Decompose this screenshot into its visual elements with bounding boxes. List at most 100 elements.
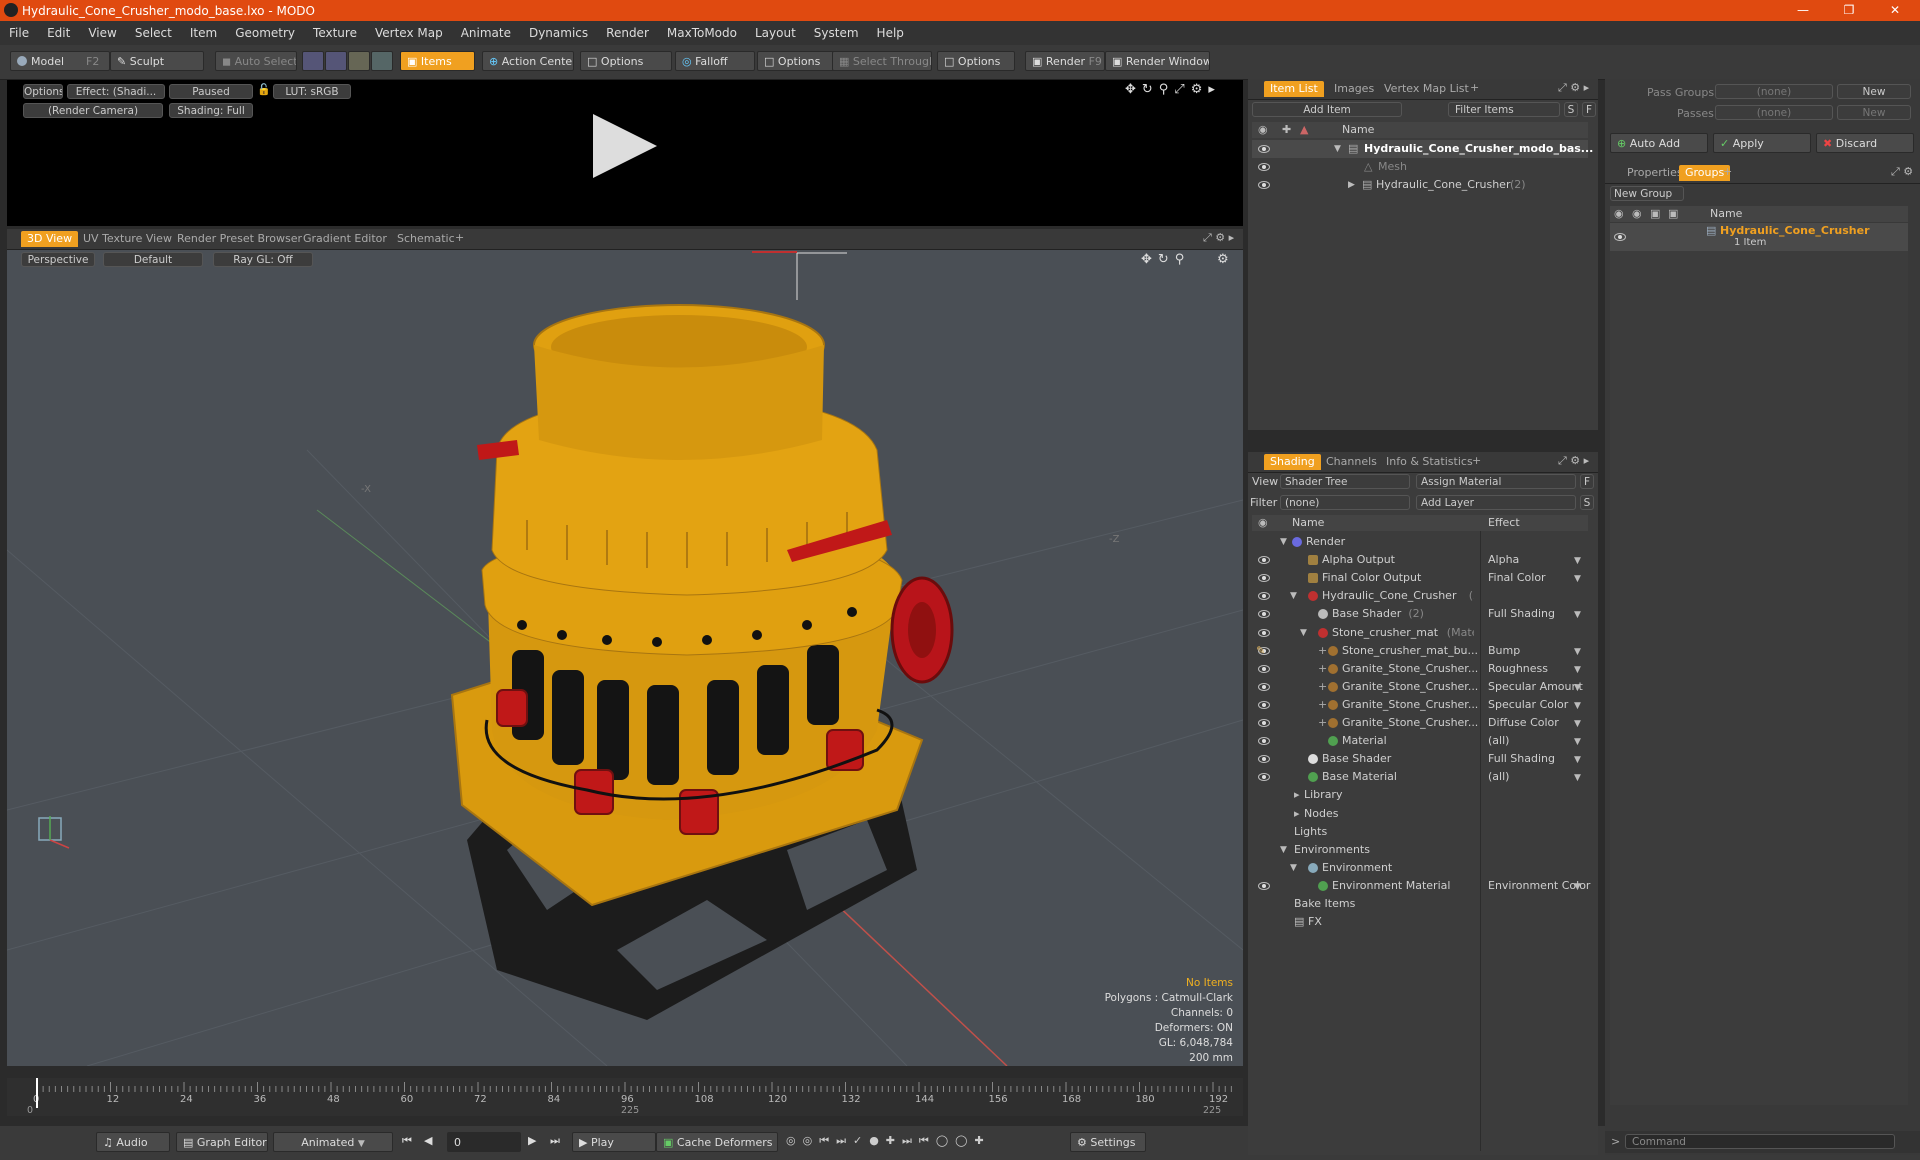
chevron-down-icon[interactable]: ▼ — [1574, 751, 1581, 769]
falloff-button[interactable]: ◎ Falloff — [675, 51, 755, 71]
shader-row-nodes[interactable]: ▸ Nodes — [1252, 805, 1588, 823]
visibility-eye-icon[interactable] — [1258, 719, 1270, 727]
play-button[interactable]: ▶ Play — [572, 1132, 656, 1152]
3d-viewport[interactable]: -X -Z Perspective Default Ray GL: Off ✥↻… — [7, 250, 1243, 1066]
raygl-dropdown[interactable]: Ray GL: Off — [213, 252, 313, 267]
menu-item-geometry[interactable]: Geometry — [226, 26, 304, 40]
action-center-button[interactable]: ⊕ Action Center — [482, 51, 574, 71]
tab-shading[interactable]: Shading — [1264, 454, 1321, 470]
tab-gradient-editor[interactable]: Gradient Editor — [297, 231, 393, 247]
perspective-dropdown[interactable]: Perspective — [21, 252, 95, 267]
layer-effect[interactable]: Final Color — [1488, 569, 1546, 587]
viewport-nav-icons[interactable]: ✥↻⚲ — [1141, 252, 1190, 267]
audio-button[interactable]: ♫ Audio — [96, 1132, 170, 1152]
panel-options-icon[interactable]: ⤢ ⚙ ▸ — [1558, 454, 1589, 468]
render-button[interactable]: ▣ Render F9 — [1025, 51, 1105, 71]
chevron-down-icon[interactable]: ▼ — [1574, 679, 1581, 697]
polygon-mode-button[interactable] — [348, 51, 370, 71]
discard-button[interactable]: ✖ Discard — [1816, 133, 1914, 153]
default-dropdown[interactable]: Default — [103, 252, 203, 267]
layer-effect[interactable]: Bump — [1488, 642, 1520, 660]
shader-row-stone-crusher-mat-bu[interactable]: ✎ + Stone_crusher_mat_bu... Bump ▼ — [1252, 642, 1588, 660]
tab-info-statistics[interactable]: Info & Statistics — [1380, 454, 1479, 470]
preview-effect-dropdown[interactable]: Effect: (Shadi... — [67, 84, 165, 99]
visibility-eye-icon[interactable] — [1258, 163, 1270, 171]
add-tab-icon[interactable]: + — [1723, 165, 1732, 178]
f-button[interactable]: F — [1582, 102, 1596, 117]
add-tab-icon[interactable]: + — [1472, 454, 1481, 467]
shader-row-hydraulic-cone-crusher[interactable]: ▼ Hydraulic_Cone_Crusher (2)... — [1252, 587, 1588, 605]
chevron-down-icon[interactable]: ▼ — [1574, 733, 1581, 751]
layer-effect[interactable]: Alpha — [1488, 551, 1519, 569]
expand-plus-icon[interactable]: + — [1318, 696, 1327, 714]
visibility-eye-icon[interactable] — [1614, 233, 1626, 241]
shader-row-stone-crusher-mat[interactable]: ▼ Stone_crusher_mat (Mate... — [1252, 624, 1588, 642]
viewport-gear-icon[interactable]: ⚙ — [1217, 252, 1229, 267]
new-pass-button[interactable]: New — [1837, 105, 1911, 120]
minimize-icon[interactable]: — — [1780, 0, 1826, 21]
visibility-eye-icon[interactable] — [1258, 700, 1270, 709]
view-dropdown[interactable]: Shader Tree — [1280, 474, 1410, 489]
shader-row-granite-stone-crusher[interactable]: + Granite_Stone_Crusher... Roughness ▼ — [1252, 660, 1588, 678]
step-forward-icon[interactable]: ▶ — [528, 1134, 536, 1147]
visibility-eye-icon[interactable] — [1258, 181, 1270, 189]
panel-options-icon[interactable]: ⤢ ⚙ ▸ — [1558, 81, 1589, 95]
layer-effect[interactable]: Full Shading — [1488, 605, 1555, 623]
shader-row-render[interactable]: ▼ Render — [1252, 533, 1588, 551]
visibility-eye-icon[interactable] — [1258, 145, 1270, 153]
new-group-button[interactable]: New Group — [1610, 186, 1684, 201]
visibility-eye-icon[interactable] — [1258, 592, 1270, 601]
options-button-3[interactable]: □ Options — [937, 51, 1015, 71]
assign-material-button[interactable]: Assign Material — [1416, 474, 1576, 489]
lock-icon[interactable]: 🔓 — [257, 83, 271, 96]
menu-item-view[interactable]: View — [79, 26, 125, 40]
tab-item-list[interactable]: Item List — [1264, 81, 1324, 97]
preview-paused-button[interactable]: Paused — [169, 84, 253, 99]
expand-plus-icon[interactable]: + — [1318, 714, 1327, 732]
menu-item-item[interactable]: Item — [181, 26, 226, 40]
menu-item-vertex-map[interactable]: Vertex Map — [366, 26, 452, 40]
items-button[interactable]: ▣ Items — [400, 51, 475, 71]
cache-deformers-button[interactable]: ▣ Cache Deformers — [656, 1132, 778, 1152]
layer-effect[interactable]: Specular Color — [1488, 696, 1568, 714]
render-window-button[interactable]: ▣ Render Window — [1105, 51, 1210, 71]
menu-item-animate[interactable]: Animate — [452, 26, 520, 40]
select-through-button[interactable]: ▦ Select Through — [832, 51, 932, 71]
close-icon[interactable]: ✕ — [1872, 0, 1918, 21]
step-back-icon[interactable]: ◀ — [424, 1134, 432, 1147]
shader-row-base-shader[interactable]: Base Shader Full Shading ▼ — [1252, 750, 1588, 768]
apply-button[interactable]: ✓ Apply — [1713, 133, 1811, 153]
settings-button[interactable]: ⚙ Settings — [1070, 1132, 1146, 1152]
menu-item-layout[interactable]: Layout — [746, 26, 805, 40]
visibility-eye-icon[interactable] — [1258, 556, 1270, 565]
chevron-down-icon[interactable]: ▼ — [1574, 878, 1581, 896]
menu-item-edit[interactable]: Edit — [38, 26, 79, 40]
shader-row-base-material[interactable]: Base Material (all) ▼ — [1252, 768, 1588, 786]
options-button-1[interactable]: □ Options — [580, 51, 672, 71]
shader-row-material[interactable]: Material (all) ▼ — [1252, 732, 1588, 750]
visibility-eye-icon[interactable] — [1258, 737, 1270, 746]
auto-select-button[interactable]: ◼ Auto Select — [215, 51, 297, 71]
preview-controls[interactable]: ✥↻⚲⤢⚙▸ — [1125, 82, 1221, 97]
shader-row-lights[interactable]: Lights — [1252, 823, 1588, 841]
visibility-eye-icon[interactable] — [1258, 682, 1270, 691]
filter-items-input[interactable]: Filter Items — [1448, 102, 1560, 117]
skip-end-icon[interactable]: ⏭ — [550, 1134, 560, 1148]
shader-row-final-color-output[interactable]: Final Color Output Final Color ▼ — [1252, 569, 1588, 587]
visibility-eye-icon[interactable] — [1258, 610, 1270, 619]
frame-input[interactable]: 0 — [447, 1132, 521, 1152]
f-button[interactable]: F — [1580, 474, 1594, 489]
shader-row-fx[interactable]: ▤ FX — [1252, 913, 1588, 931]
expand-arrow-icon[interactable]: ▼ — [1334, 140, 1341, 158]
chevron-down-icon[interactable]: ▼ — [1574, 552, 1581, 570]
shader-row-environment[interactable]: ▼ Environment — [1252, 859, 1588, 877]
preview-camera-dropdown[interactable]: (Render Camera) — [23, 103, 163, 118]
panel-options-icon[interactable]: ⤢ ⚙ ▸ — [1203, 231, 1234, 245]
material-mode-button[interactable] — [371, 51, 393, 71]
pass-groups-dropdown[interactable]: (none) — [1715, 84, 1833, 99]
timeline[interactable]: 0 12 24 36 48 60 72 84 96 108 120 132 144 156 168 180 19… — [7, 1078, 1243, 1116]
visibility-eye-icon[interactable] — [1258, 664, 1270, 673]
preview-lut-dropdown[interactable]: LUT: sRGB — [273, 84, 351, 99]
chevron-down-icon[interactable]: ▼ — [1574, 661, 1581, 679]
add-tab-icon[interactable]: + — [1470, 81, 1479, 94]
